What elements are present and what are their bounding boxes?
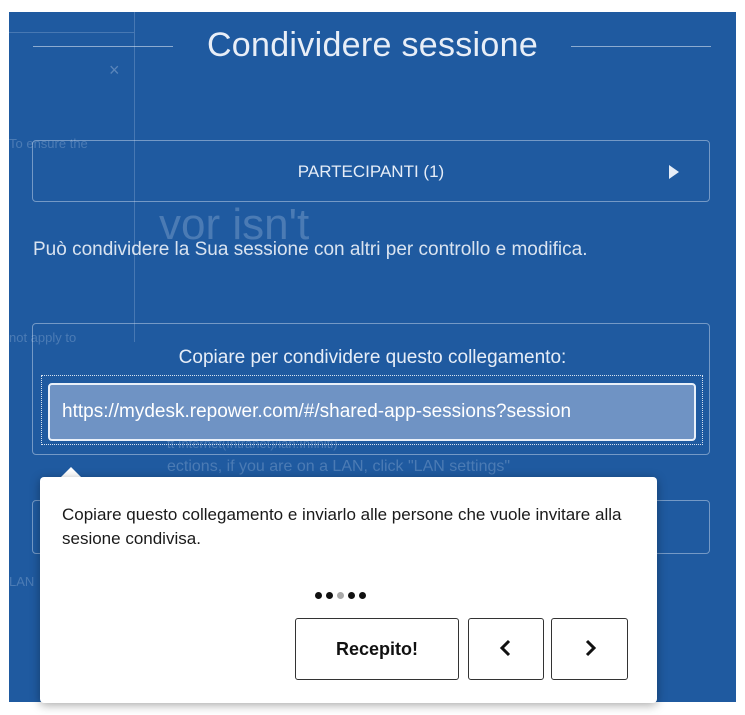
share-link-field[interactable] [48,383,696,441]
step-dot [326,592,333,600]
got-it-button[interactable]: Recepito! [295,618,459,680]
step-dot [348,592,355,600]
step-indicator [315,587,370,600]
caret-right-icon [669,165,679,179]
step-dot [315,592,322,600]
share-link-label: Copiare per condividere questo collegame… [178,347,567,368]
chevron-left-icon [499,639,511,656]
next-step-button[interactable] [551,618,628,680]
previous-step-button[interactable] [468,618,544,680]
step-dot-active [337,592,344,600]
dialog-title: Condividere sessione [206,26,539,64]
share-description: Può condividere la Sua sessione con altr… [33,239,588,260]
tooltip-text: Copiare questo collegamento e inviarlo a… [62,505,622,548]
step-dot [359,592,366,600]
participants-label: PARTECIPANTI (1) [297,162,445,181]
chevron-right-icon [585,639,596,656]
participants-toggle[interactable]: PARTECIPANTI (1) [32,140,710,202]
background-text: LAN [9,574,35,589]
guide-tooltip: Copiare questo collegamento e inviarlo a… [40,477,657,703]
background-text: ections, if you are on a LAN, click "LAN… [167,458,511,475]
